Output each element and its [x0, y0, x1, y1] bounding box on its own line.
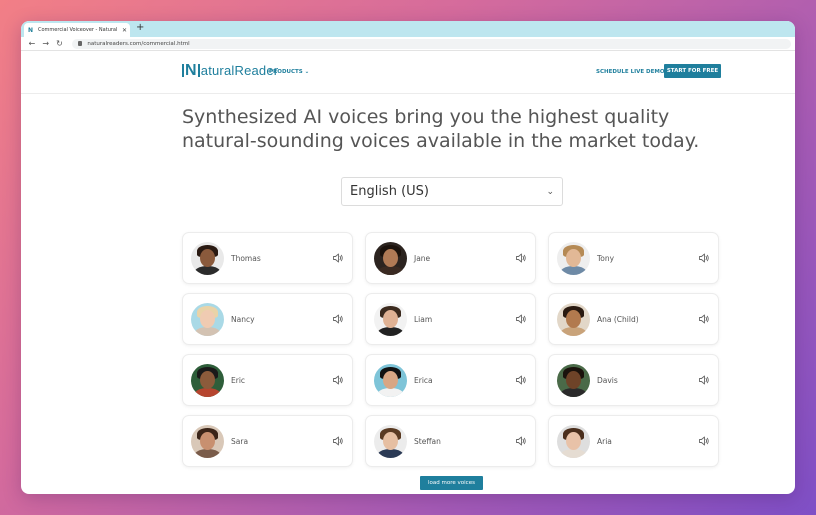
site-header: NaturalReader PRODUCTS ⌄ SCHEDULE LIVE D…	[21, 51, 795, 94]
address-bar: ← → ↻ naturalreaders.com/commercial.html	[21, 37, 795, 51]
speaker-icon[interactable]	[698, 435, 710, 447]
reload-icon[interactable]: ↻	[53, 39, 67, 48]
language-value: English (US)	[350, 184, 429, 199]
close-icon[interactable]: ✕	[122, 27, 127, 34]
logo-text: aturalReader	[200, 63, 279, 78]
new-tab-icon[interactable]: +	[136, 22, 144, 33]
avatar	[191, 241, 224, 275]
avatar	[374, 363, 407, 397]
start-for-free-button[interactable]: START FOR FREE	[664, 64, 721, 78]
avatar	[191, 424, 224, 458]
voice-name: Davis	[597, 375, 618, 385]
voice-card[interactable]: Tony	[548, 232, 719, 284]
voice-card[interactable]: Nancy	[182, 293, 353, 345]
url-field[interactable]: naturalreaders.com/commercial.html	[72, 38, 791, 49]
chevron-down-icon: ⌄	[546, 186, 554, 197]
avatar	[374, 241, 407, 275]
browser-tab[interactable]: N Commercial Voiceover - Natural R ✕	[24, 23, 130, 37]
url-text: naturalreaders.com/commercial.html	[87, 40, 190, 47]
avatar	[557, 363, 590, 397]
voice-name: Liam	[414, 314, 433, 324]
voice-card[interactable]: Aria	[548, 415, 719, 467]
speaker-icon[interactable]	[515, 252, 527, 264]
avatar	[191, 363, 224, 397]
avatar	[557, 241, 590, 275]
voice-name: Tony	[597, 253, 615, 263]
voice-name: Jane	[414, 253, 431, 263]
avatar	[374, 302, 407, 336]
forward-icon[interactable]: →	[39, 39, 53, 48]
schedule-demo-link[interactable]: SCHEDULE LIVE DEMO	[596, 69, 665, 75]
voice-card[interactable]: Ana (Child)	[548, 293, 719, 345]
load-more-voices-button[interactable]: load more voices	[420, 476, 483, 490]
favicon-icon: N	[27, 26, 34, 34]
voice-card[interactable]: Davis	[548, 354, 719, 406]
voice-name: Steffan	[414, 436, 441, 446]
voice-card[interactable]: Erica	[365, 354, 536, 406]
avatar	[191, 302, 224, 336]
voice-name: Eric	[231, 375, 246, 385]
avatar	[374, 424, 407, 458]
voice-grid: Thomas Jane Tony Nancy Liam Ana (Child) Eric Er…	[182, 232, 722, 467]
avatar	[557, 424, 590, 458]
back-icon[interactable]: ←	[25, 39, 39, 48]
avatar	[557, 302, 590, 336]
speaker-icon[interactable]	[698, 313, 710, 325]
language-select[interactable]: English (US) ⌄	[341, 177, 563, 206]
voice-card[interactable]: Thomas	[182, 232, 353, 284]
speaker-icon[interactable]	[515, 313, 527, 325]
chevron-down-icon: ⌄	[304, 69, 310, 75]
voice-name: Aria	[597, 436, 612, 446]
logo-mark: N	[182, 63, 200, 79]
voice-name: Sara	[231, 436, 249, 446]
speaker-icon[interactable]	[332, 252, 344, 264]
voice-card[interactable]: Jane	[365, 232, 536, 284]
tab-title: Commercial Voiceover - Natural R	[38, 27, 119, 33]
voice-card[interactable]: Liam	[365, 293, 536, 345]
speaker-icon[interactable]	[698, 252, 710, 264]
speaker-icon[interactable]	[332, 435, 344, 447]
browser-tab-bar: N Commercial Voiceover - Natural R ✕ +	[21, 21, 795, 37]
browser-window: N Commercial Voiceover - Natural R ✕ + ←…	[21, 21, 795, 494]
voice-card[interactable]: Eric	[182, 354, 353, 406]
voice-name: Thomas	[231, 253, 261, 263]
speaker-icon[interactable]	[332, 374, 344, 386]
voice-name: Nancy	[231, 314, 255, 324]
voice-name: Erica	[414, 375, 433, 385]
voice-card[interactable]: Sara	[182, 415, 353, 467]
speaker-icon[interactable]	[698, 374, 710, 386]
logo[interactable]: NaturalReader	[182, 63, 279, 79]
speaker-icon[interactable]	[332, 313, 344, 325]
speaker-icon[interactable]	[515, 374, 527, 386]
lock-icon	[78, 41, 83, 46]
products-label: PRODUCTS	[269, 69, 303, 75]
page-headline: Synthesized AI voices bring you the high…	[182, 106, 700, 152]
voice-card[interactable]: Steffan	[365, 415, 536, 467]
voice-name: Ana (Child)	[597, 314, 639, 324]
products-menu[interactable]: PRODUCTS ⌄	[269, 69, 309, 75]
speaker-icon[interactable]	[515, 435, 527, 447]
